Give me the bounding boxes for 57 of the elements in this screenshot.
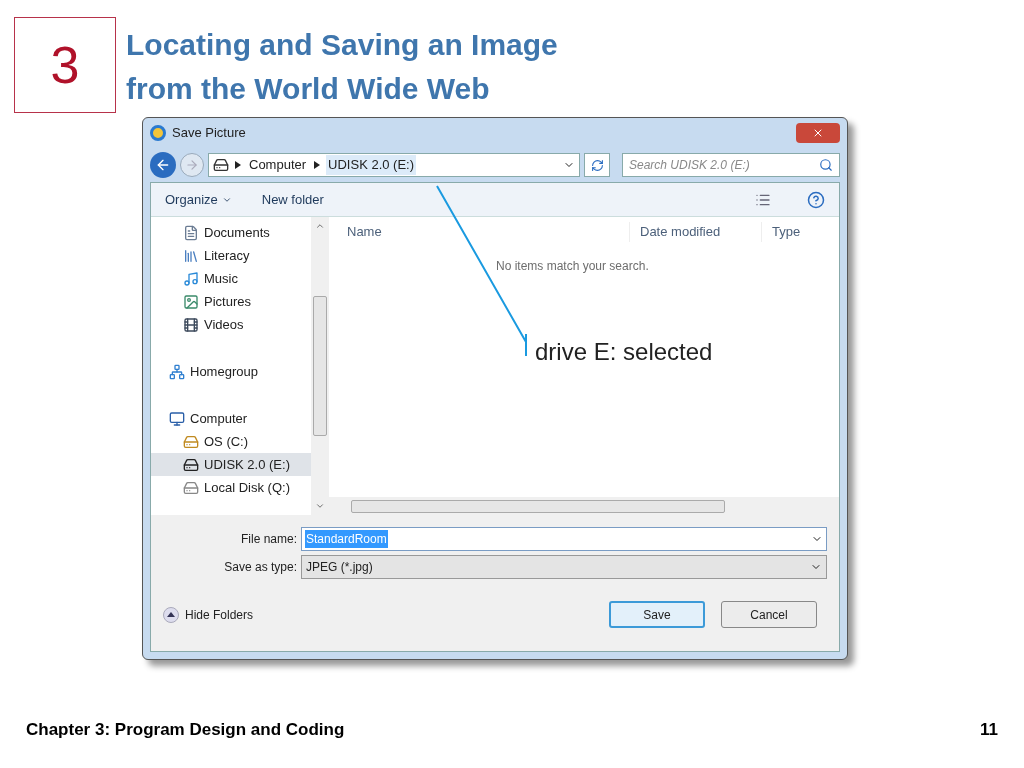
scroll-up-icon[interactable] [315, 221, 325, 231]
search-icon [819, 158, 833, 172]
address-bar[interactable]: Computer UDISK 2.0 (E:) [208, 153, 580, 177]
triangle-icon[interactable] [235, 161, 241, 169]
nav-item[interactable]: Documents [151, 221, 311, 244]
dialog-button[interactable]: Cancel [721, 601, 817, 628]
nav-item[interactable]: Literacy [151, 244, 311, 267]
library-icon [183, 247, 199, 264]
pictures-icon [183, 293, 199, 310]
nav-item[interactable]: Computer [151, 407, 311, 430]
chapter-number: 3 [14, 17, 116, 113]
forward-button[interactable] [180, 153, 204, 177]
homegroup-icon [169, 363, 185, 380]
videos-icon [183, 316, 199, 333]
new-folder-button[interactable]: New folder [261, 189, 324, 210]
nav-item[interactable]: Homegroup [151, 360, 311, 383]
music-icon [183, 270, 199, 287]
hide-folders-button[interactable]: Hide Folders [163, 605, 254, 624]
callout-text: drive E: selected [535, 337, 713, 367]
window-title: Save Picture [172, 124, 246, 143]
dialog-button[interactable]: Save [609, 601, 705, 628]
collapse-icon [163, 606, 179, 623]
refresh-button[interactable] [584, 153, 610, 177]
field-label: File name: [239, 531, 297, 548]
nav-item[interactable]: Videos [151, 313, 311, 336]
triangle-icon[interactable] [314, 161, 321, 169]
empty-message: No items match your search. [496, 258, 650, 275]
refresh-icon [590, 158, 604, 172]
help-icon[interactable] [807, 190, 825, 209]
nav-scrollbar[interactable] [311, 217, 329, 515]
nav-item[interactable]: Local Disk (Q:) [151, 476, 311, 499]
horizontal-scrollbar[interactable] [329, 497, 839, 515]
computer-icon [169, 410, 185, 427]
nav-item[interactable]: OS (C:) [151, 430, 311, 453]
organize-button[interactable]: Organize [165, 189, 232, 210]
documents-icon [183, 224, 199, 241]
column-header[interactable]: Name [329, 222, 629, 242]
search-field[interactable]: Search UDISK 2.0 (E:) [622, 153, 840, 177]
page-number: 11 [980, 718, 998, 741]
nav-item[interactable]: Music [151, 267, 311, 290]
back-button[interactable] [150, 152, 176, 178]
field-label: Save as type: [223, 559, 297, 576]
close-icon [812, 127, 824, 139]
right-arrow-icon [185, 158, 199, 172]
breadcrumb-item[interactable]: Computer [247, 155, 309, 175]
slide-title: Locating and Saving an Image [126, 27, 558, 63]
drive-icon [213, 157, 229, 173]
slide-title: from the World Wide Web [126, 71, 491, 107]
column-header[interactable]: Type [761, 222, 811, 242]
footer-text: Chapter 3: Program Design and Coding [26, 718, 345, 741]
nav-item[interactable]: UDISK 2.0 (E:) [151, 453, 311, 476]
column-header[interactable]: Date modified [629, 222, 761, 242]
close-button[interactable] [796, 123, 840, 143]
file-type-dropdown[interactable]: JPEG (*.jpg) [301, 555, 827, 579]
scroll-down-icon[interactable] [315, 501, 325, 511]
nav-item[interactable]: Pictures [151, 290, 311, 313]
breadcrumb-item[interactable]: UDISK 2.0 (E:) [326, 155, 417, 175]
